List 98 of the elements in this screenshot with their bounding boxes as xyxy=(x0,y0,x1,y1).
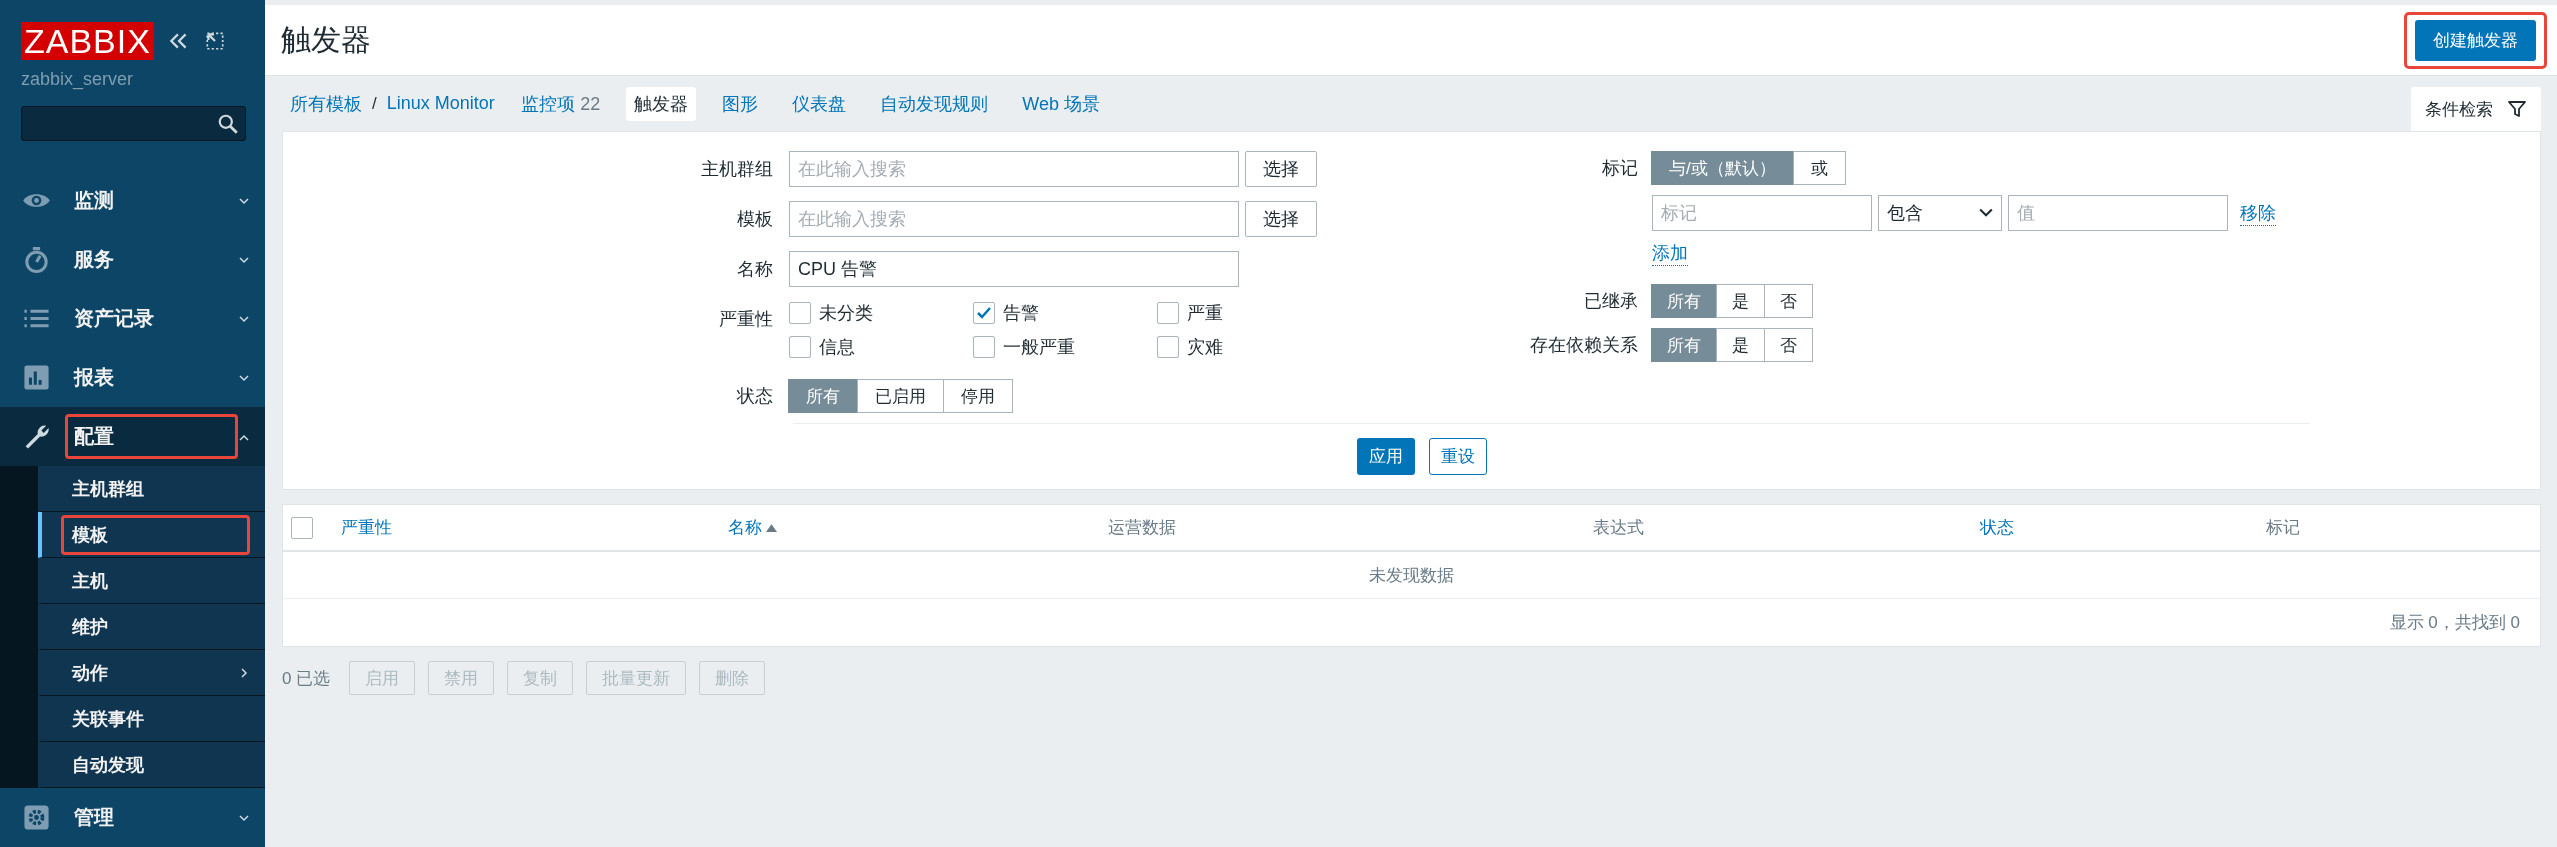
segment-button[interactable]: 是 xyxy=(1716,284,1765,318)
menu-item[interactable]: 资产记录 xyxy=(0,289,265,349)
menu-label: 配置 xyxy=(65,414,238,460)
submenu-label: 维护 xyxy=(71,615,109,639)
checkbox[interactable] xyxy=(789,336,811,358)
checkbox[interactable] xyxy=(973,336,995,358)
filter-icon xyxy=(2507,99,2527,119)
page-title: 触发器 xyxy=(281,21,371,58)
menu-item[interactable]: 监测 xyxy=(0,171,265,231)
name-field[interactable]: CPU 告警 xyxy=(789,251,1239,287)
nav-tab[interactable]: 仪表盘 xyxy=(784,86,855,121)
segment-button[interactable]: 否 xyxy=(1764,328,1813,362)
field-label: 已继承 xyxy=(1583,290,1639,313)
paging-summary: 显示 0，共找到 0 xyxy=(2389,612,2520,634)
column-header: 表达式 xyxy=(1593,517,1644,539)
field-label: 严重性 xyxy=(718,308,774,331)
search-field[interactable] xyxy=(21,106,246,142)
segment-button[interactable]: 否 xyxy=(1764,284,1813,318)
menu-label: 服务 xyxy=(72,247,115,273)
checkbox-label: 灾难 xyxy=(1187,336,1223,359)
operator-dropdown[interactable]: 包含 xyxy=(1878,195,2002,231)
remove-link[interactable]: 移除 xyxy=(2240,200,2276,226)
column-header: 运营数据 xyxy=(1108,517,1176,539)
field-label: 模板 xyxy=(736,208,774,231)
submenu-item[interactable]: 主机 xyxy=(38,558,265,605)
bar-chart-icon xyxy=(22,363,51,393)
menu-item[interactable]: 服务 xyxy=(0,230,265,290)
select-button[interactable]: 选择 xyxy=(1245,151,1317,187)
server-name: zabbix_server xyxy=(20,68,135,90)
checkbox-label: 严重 xyxy=(1187,302,1223,325)
checkbox-label: 一般严重 xyxy=(1003,336,1075,359)
field-label: 主机群组 xyxy=(700,158,774,181)
logo[interactable]: ZABBIX xyxy=(21,22,154,60)
submenu-item[interactable]: 关联事件 xyxy=(38,696,265,743)
menu-label: 监测 xyxy=(73,188,115,214)
create-trigger-button[interactable]: 创建触发器 xyxy=(2415,19,2536,61)
select-all-checkbox[interactable] xyxy=(291,516,313,539)
submenu-item[interactable]: 维护 xyxy=(38,604,265,651)
menu-label: 报表 xyxy=(72,365,115,391)
search-icon[interactable] xyxy=(217,113,239,135)
checkbox[interactable] xyxy=(1157,336,1179,358)
checkbox[interactable] xyxy=(973,302,995,324)
segment-button[interactable]: 已启用 xyxy=(857,379,944,413)
column-header: 标记 xyxy=(2266,517,2300,539)
value-field[interactable]: 值 xyxy=(2008,195,2228,231)
reset-button[interactable]: 重设 xyxy=(1428,438,1487,475)
nav-tab[interactable]: 图形 xyxy=(714,86,767,121)
field-label: 状态 xyxy=(736,385,774,408)
menu-item[interactable]: 报表 xyxy=(0,348,265,408)
kiosk-icon[interactable] xyxy=(203,30,226,52)
sort-ascending-icon xyxy=(766,523,777,532)
menu-item[interactable]: 配置 xyxy=(0,407,265,467)
submenu-label: 主机群组 xyxy=(71,477,145,501)
nav-tab[interactable]: 触发器 xyxy=(626,86,697,121)
submenu-item[interactable]: 动作 xyxy=(38,650,265,697)
menu-label: 资产记录 xyxy=(73,306,155,332)
submenu-label: 自动发现 xyxy=(71,753,145,777)
field-label: 标记 xyxy=(1601,157,1639,180)
checkbox[interactable] xyxy=(789,302,811,324)
add-link[interactable]: 添加 xyxy=(1652,241,1688,266)
submenu-item[interactable]: 模板 xyxy=(38,512,265,559)
filter-tab[interactable]: 条件检索 xyxy=(2411,87,2541,131)
stopwatch-icon xyxy=(22,245,51,275)
submenu-label: 动作 xyxy=(70,661,109,685)
segment-button[interactable]: 停用 xyxy=(943,379,1013,413)
nav-tab[interactable]: Web 场景 xyxy=(1014,86,1108,121)
nav-tab[interactable]: 自动发现规则 xyxy=(872,86,997,121)
breadcrumb-separator: / xyxy=(372,93,377,114)
checkbox-label: 未分类 xyxy=(819,302,873,325)
breadcrumb-link[interactable]: Linux Monitor xyxy=(386,93,495,114)
menu-item[interactable]: 管理 xyxy=(0,788,265,847)
field-label: 名称 xyxy=(736,258,774,281)
submenu-item[interactable]: 自动发现 xyxy=(38,742,265,789)
segment-button[interactable]: 或 xyxy=(1792,151,1846,185)
selected-count: 0 已选 xyxy=(282,667,331,690)
select-button[interactable]: 选择 xyxy=(1245,201,1317,237)
segment-button[interactable]: 是 xyxy=(1716,328,1765,362)
breadcrumb-link[interactable]: 所有模板 xyxy=(290,91,362,116)
column-header[interactable]: 状态 xyxy=(1980,516,2014,539)
tag-field[interactable]: 标记 xyxy=(1652,195,1872,231)
nav-tab[interactable]: 监控项 22 xyxy=(512,86,609,121)
submenu-label: 模板 xyxy=(61,514,250,555)
column-header[interactable]: 名称 xyxy=(728,516,777,539)
search-field[interactable]: 在此输入搜索 xyxy=(789,151,1239,187)
empty-message: 未发现数据 xyxy=(283,552,2540,599)
gear-icon xyxy=(22,803,51,833)
checkbox-label: 告警 xyxy=(1003,302,1039,325)
checkbox[interactable] xyxy=(1157,302,1179,324)
submenu-label: 主机 xyxy=(71,569,109,593)
apply-button[interactable]: 应用 xyxy=(1356,438,1415,475)
submenu-item[interactable]: 主机群组 xyxy=(38,466,265,513)
menu-label: 管理 xyxy=(73,805,115,831)
field-label: 存在依赖关系 xyxy=(1529,334,1639,357)
chevron-down-icon xyxy=(1979,208,1993,218)
search-field[interactable]: 在此输入搜索 xyxy=(789,201,1239,237)
column-header[interactable]: 严重性 xyxy=(341,516,392,539)
submenu-label: 关联事件 xyxy=(71,707,145,731)
checkbox-label: 信息 xyxy=(819,336,855,359)
